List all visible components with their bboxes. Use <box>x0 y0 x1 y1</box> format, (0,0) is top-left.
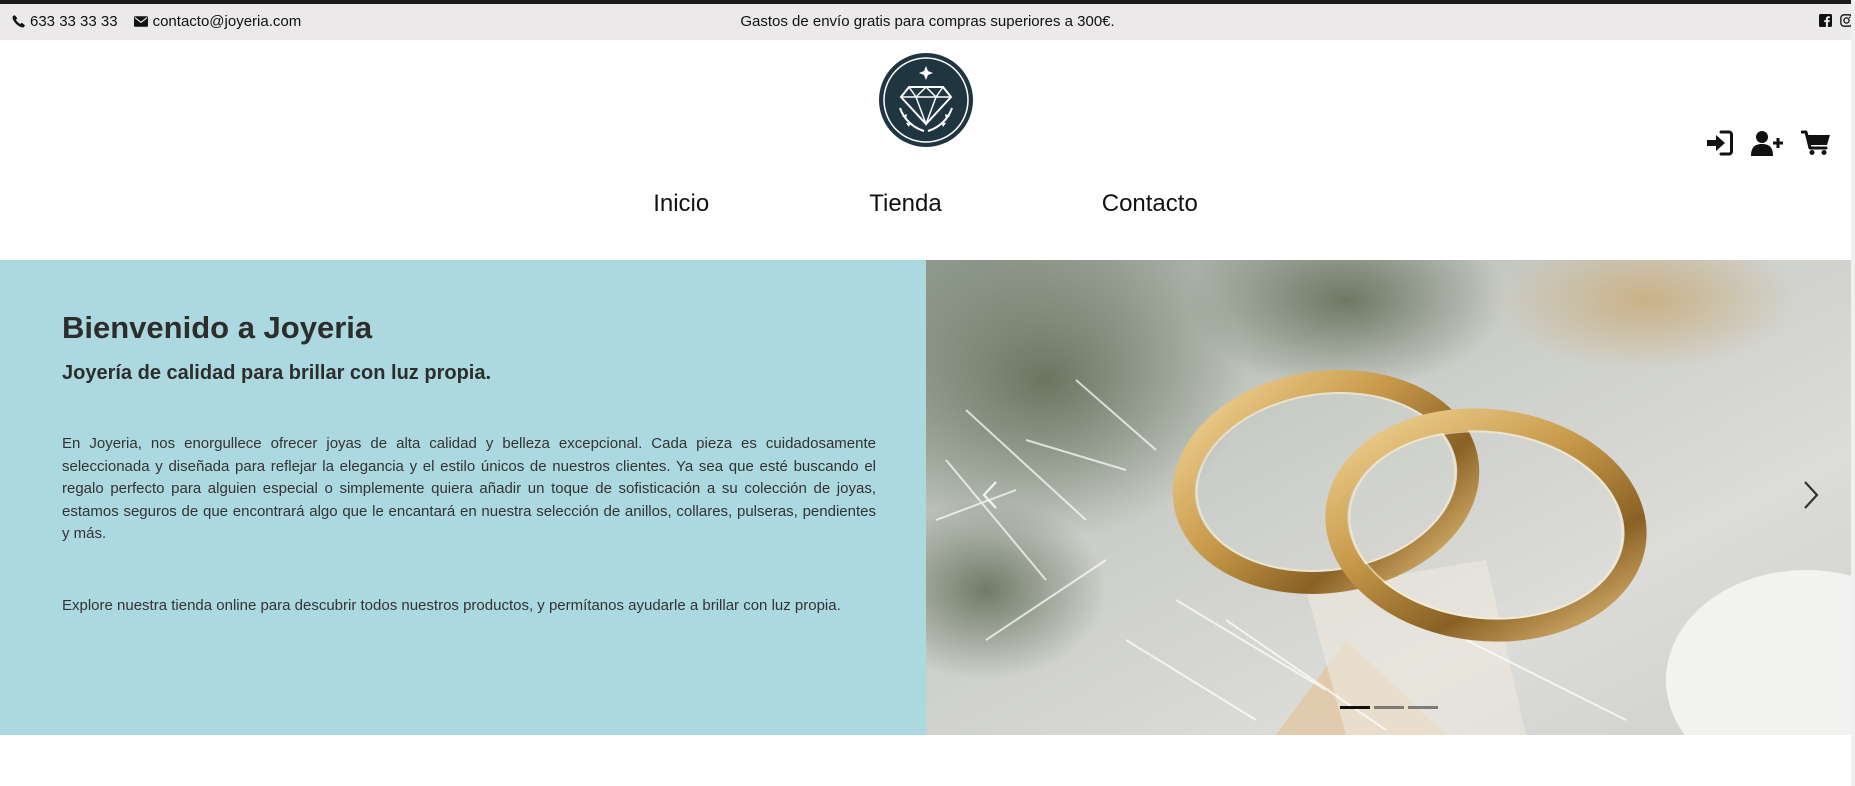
nav-inicio[interactable]: Inicio <box>653 190 709 218</box>
site-header: Inicio Tienda Contacto <box>0 40 1851 260</box>
facebook-icon[interactable] <box>1819 14 1832 27</box>
email-link[interactable]: contacto@joyeria.com <box>133 13 302 30</box>
sign-in-icon[interactable] <box>1705 130 1733 156</box>
nav-contacto[interactable]: Contacto <box>1102 190 1198 218</box>
shopping-cart-icon[interactable] <box>1801 130 1831 156</box>
page-scrollbar[interactable] <box>1851 0 1855 786</box>
carousel-indicator-2[interactable] <box>1373 706 1404 709</box>
phone-number: 633 33 33 33 <box>30 13 118 30</box>
welcome-panel: Bienvenido a Joyeria Joyería de calidad … <box>0 260 926 735</box>
chevron-right-icon <box>1804 481 1819 509</box>
envelope-icon <box>133 16 148 27</box>
carousel-indicators <box>926 706 1851 709</box>
hero-paragraph-1: En Joyeria, nos enorgullece ofrecer joya… <box>62 435 876 543</box>
main-navigation: Inicio Tienda Contacto <box>0 190 1851 218</box>
account-actions <box>1687 130 1831 156</box>
carousel-next-button[interactable] <box>1791 475 1831 515</box>
chevron-left-icon <box>982 481 997 509</box>
nav-tienda[interactable]: Tienda <box>869 190 942 218</box>
diamond-logo[interactable] <box>878 52 974 148</box>
user-plus-icon[interactable] <box>1751 130 1783 156</box>
hero-subtitle: Joyería de calidad para brillar con luz … <box>62 362 492 384</box>
phone-link[interactable]: 633 33 33 33 <box>12 13 118 30</box>
carousel-indicator-1[interactable] <box>1339 706 1370 709</box>
carousel-prev-button[interactable] <box>970 475 1010 515</box>
hero-paragraph-2: Explore nuestra tienda online para descu… <box>62 597 841 614</box>
hero-section: Bienvenido a Joyeria Joyería de calidad … <box>0 260 1851 735</box>
hero-title: Bienvenido a Joyeria <box>62 310 373 345</box>
carousel-indicator-3[interactable] <box>1407 706 1438 709</box>
phone-icon <box>12 15 25 28</box>
wedding-rings-photo <box>926 260 1851 735</box>
email-address: contacto@joyeria.com <box>152 13 302 30</box>
top-info-bar: 633 33 33 33 contacto@joyeria.com Gastos… <box>0 4 1855 40</box>
image-carousel[interactable] <box>926 260 1851 735</box>
